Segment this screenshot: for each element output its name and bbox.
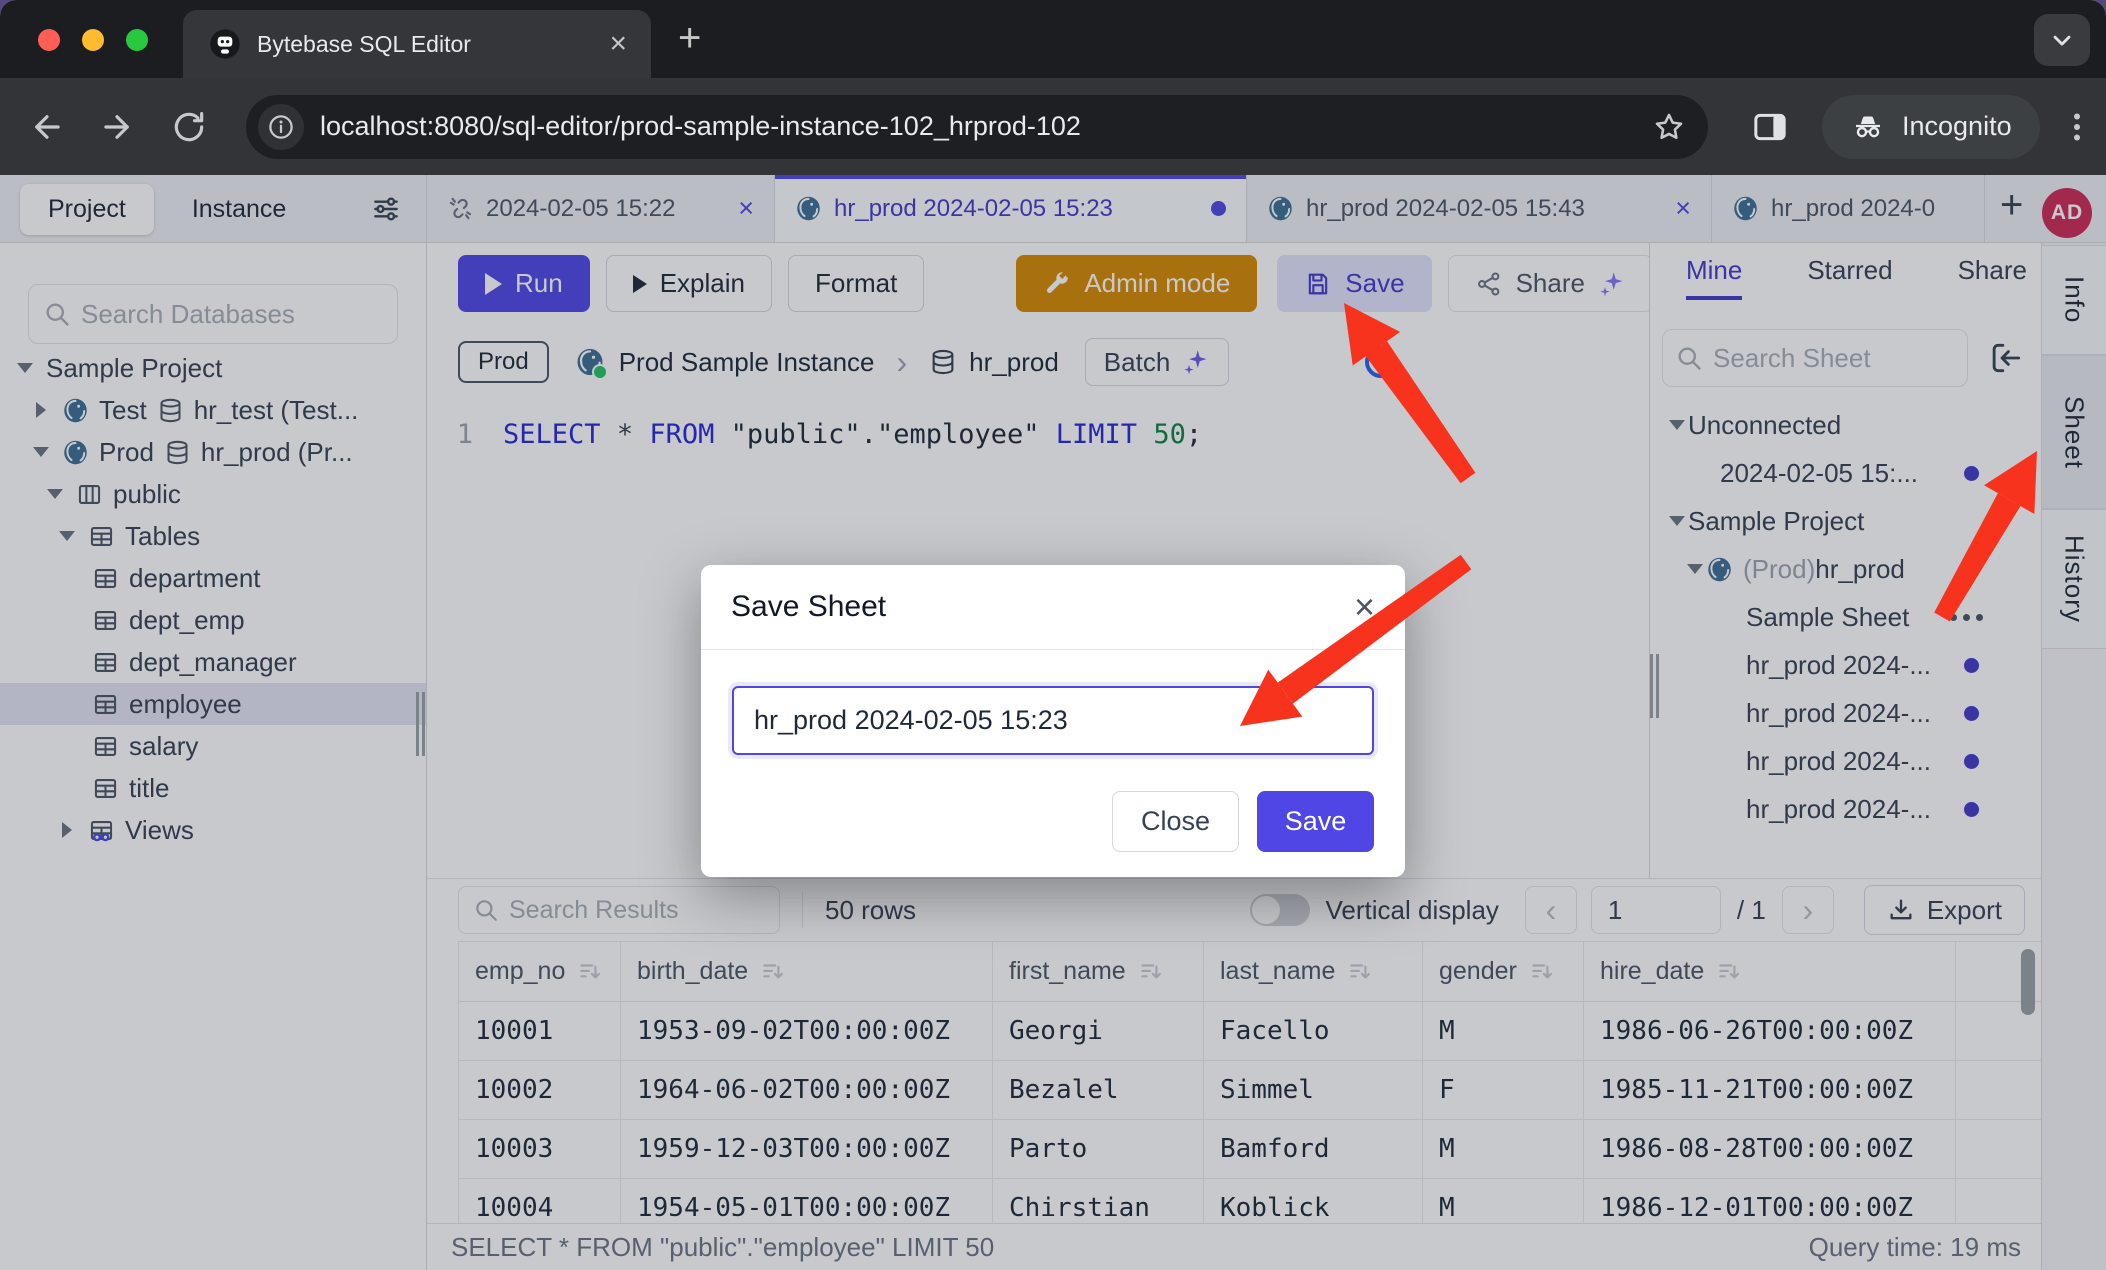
site-info-icon[interactable] <box>258 104 304 150</box>
chevron-down-icon <box>2048 26 2076 54</box>
url-text[interactable]: localhost:8080/sql-editor/prod-sample-in… <box>320 111 1652 142</box>
maximize-window-button[interactable] <box>126 29 148 51</box>
dialog-title: Save Sheet <box>731 590 1354 624</box>
tab-search-button[interactable] <box>2034 14 2090 66</box>
side-panel-icon[interactable] <box>1750 107 1790 147</box>
close-button[interactable]: Close <box>1112 791 1239 852</box>
bytebase-app: ProjectInstance 2024-02-05 15:22×hr_prod… <box>0 175 2106 1270</box>
browser-menu-icon[interactable] <box>2070 109 2084 145</box>
save-button[interactable]: Save <box>1257 791 1374 852</box>
reload-icon[interactable] <box>170 108 208 146</box>
address-bar[interactable]: localhost:8080/sql-editor/prod-sample-in… <box>246 95 1708 159</box>
browser-tab-title: Bytebase SQL Editor <box>257 31 609 58</box>
bytebase-favicon-icon <box>209 28 241 60</box>
forward-icon[interactable] <box>98 108 136 146</box>
incognito-badge: Incognito <box>1822 95 2040 159</box>
bookmark-star-icon[interactable] <box>1652 110 1686 144</box>
browser-tabstrip: Bytebase SQL Editor × + <box>0 0 2106 78</box>
browser-toolbar: localhost:8080/sql-editor/prod-sample-in… <box>0 78 2106 175</box>
traffic-lights <box>38 29 148 51</box>
new-browser-tab-button[interactable]: + <box>678 16 701 61</box>
sheet-name-input[interactable] <box>732 686 1374 755</box>
save-sheet-dialog: Save Sheet × Close Save <box>701 565 1405 877</box>
back-icon[interactable] <box>28 108 66 146</box>
dialog-close-icon[interactable]: × <box>1354 589 1375 625</box>
browser-window: Bytebase SQL Editor × + localhost:8080/s… <box>0 0 2106 1270</box>
close-window-button[interactable] <box>38 29 60 51</box>
browser-tab[interactable]: Bytebase SQL Editor × <box>183 10 651 78</box>
minimize-window-button[interactable] <box>82 29 104 51</box>
incognito-icon <box>1850 109 1886 145</box>
browser-tab-close-icon[interactable]: × <box>609 27 627 61</box>
desktop: Bytebase SQL Editor × + localhost:8080/s… <box>0 0 2106 1270</box>
incognito-label: Incognito <box>1902 111 2012 142</box>
